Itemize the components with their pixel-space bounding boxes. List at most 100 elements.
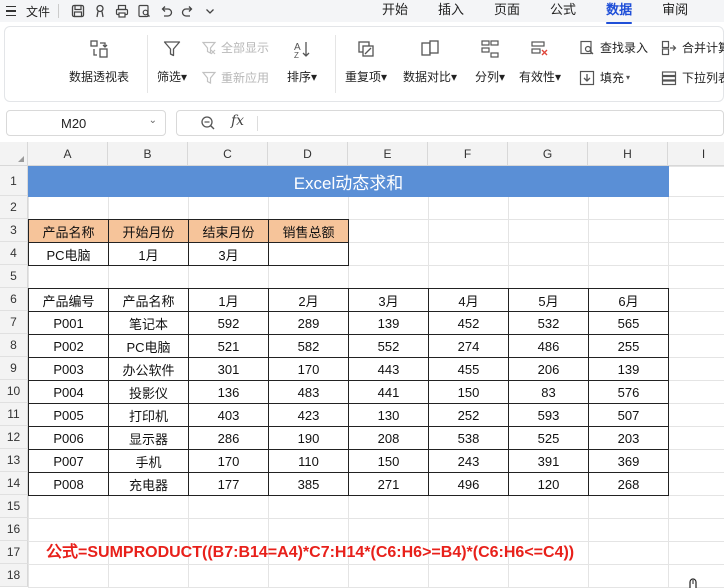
chevron-down-icon[interactable] <box>201 2 219 20</box>
table-cell[interactable]: P006 <box>28 426 109 450</box>
table-cell[interactable]: P002 <box>28 334 109 358</box>
table-cell[interactable]: 130 <box>348 403 429 427</box>
row-header-18[interactable]: 18 <box>0 564 28 587</box>
filter-button[interactable]: 筛选▾ <box>157 39 187 85</box>
table-cell[interactable]: 83 <box>508 380 589 404</box>
dropdown-list-button[interactable]: 下拉列表 <box>661 69 724 86</box>
table-header-cell[interactable]: 4月 <box>428 288 509 312</box>
row-header-4[interactable]: 4 <box>0 242 28 265</box>
table-cell[interactable]: 538 <box>428 426 509 450</box>
table-cell[interactable]: 190 <box>268 426 349 450</box>
table-header-cell[interactable]: 3月 <box>348 288 429 312</box>
row-header-14[interactable]: 14 <box>0 472 28 495</box>
table-cell[interactable]: PC电脑 <box>108 334 189 358</box>
table-cell[interactable]: 170 <box>188 449 269 473</box>
table-cell[interactable]: 268 <box>588 472 669 496</box>
row-header-10[interactable]: 10 <box>0 380 28 403</box>
tab-home[interactable]: 开始 <box>382 0 408 22</box>
criteria-header-cell[interactable]: 结束月份 <box>188 219 269 243</box>
table-cell[interactable]: 576 <box>588 380 669 404</box>
table-cell[interactable]: 452 <box>428 311 509 335</box>
fx-icon[interactable]: fx <box>231 113 244 129</box>
table-cell[interactable]: 150 <box>348 449 429 473</box>
table-cell[interactable]: P008 <box>28 472 109 496</box>
row-header-2[interactable]: 2 <box>0 196 28 219</box>
table-cell[interactable]: 203 <box>588 426 669 450</box>
table-cell[interactable]: P007 <box>28 449 109 473</box>
criteria-value-cell[interactable]: PC电脑 <box>28 242 109 266</box>
row-header-6[interactable]: 6 <box>0 288 28 311</box>
formula-input[interactable]: fx <box>176 110 724 136</box>
column-header-c[interactable]: C <box>188 142 268 166</box>
table-cell[interactable]: 150 <box>428 380 509 404</box>
table-cell[interactable]: 充电器 <box>108 472 189 496</box>
name-box[interactable]: M20 ⌄ <box>6 110 166 136</box>
merge-calc-button[interactable]: 合并计算 <box>661 39 724 56</box>
table-cell[interactable]: 423 <box>268 403 349 427</box>
brush-icon[interactable] <box>91 2 109 20</box>
file-menu[interactable]: 文件 <box>26 3 50 20</box>
print-icon[interactable] <box>113 2 131 20</box>
table-cell[interactable]: 565 <box>588 311 669 335</box>
table-cell[interactable]: 139 <box>588 357 669 381</box>
table-cell[interactable]: P001 <box>28 311 109 335</box>
table-cell[interactable]: 582 <box>268 334 349 358</box>
spreadsheet-grid[interactable]: A B C D E F G H I 1 2 3 4 5 6 7 8 9 10 11 12 13 14 15 16 17 18 Exce… <box>0 142 724 588</box>
table-cell[interactable]: 显示器 <box>108 426 189 450</box>
reapply-button[interactable]: 重新应用 <box>201 69 269 86</box>
criteria-header-cell[interactable]: 销售总额 <box>268 219 349 243</box>
table-cell[interactable]: 483 <box>268 380 349 404</box>
table-cell[interactable]: 443 <box>348 357 429 381</box>
select-all-corner[interactable] <box>0 142 28 166</box>
column-header-f[interactable]: F <box>428 142 508 166</box>
table-header-cell[interactable]: 5月 <box>508 288 589 312</box>
split-columns-button[interactable]: 分列▾ <box>475 39 505 85</box>
row-header-1[interactable]: 1 <box>0 166 28 196</box>
table-cell[interactable]: 289 <box>268 311 349 335</box>
table-cell[interactable]: 403 <box>188 403 269 427</box>
table-cell[interactable]: 110 <box>268 449 349 473</box>
row-header-8[interactable]: 8 <box>0 334 28 357</box>
table-cell[interactable]: 177 <box>188 472 269 496</box>
zoom-icon[interactable] <box>199 114 217 135</box>
table-cell[interactable]: 552 <box>348 334 429 358</box>
table-cell[interactable]: 455 <box>428 357 509 381</box>
row-header-15[interactable]: 15 <box>0 495 28 518</box>
table-cell[interactable]: 手机 <box>108 449 189 473</box>
table-cell[interactable]: 385 <box>268 472 349 496</box>
row-header-17[interactable]: 17 <box>0 541 28 564</box>
show-all-button[interactable]: 全部显示 <box>201 39 269 56</box>
row-header-13[interactable]: 13 <box>0 449 28 472</box>
row-header-7[interactable]: 7 <box>0 311 28 334</box>
column-header-h[interactable]: H <box>588 142 668 166</box>
table-header-cell[interactable]: 1月 <box>188 288 269 312</box>
table-cell[interactable]: 391 <box>508 449 589 473</box>
table-cell[interactable]: 521 <box>188 334 269 358</box>
table-cell[interactable]: 笔记本 <box>108 311 189 335</box>
sheet-title[interactable]: Excel动态求和 <box>28 166 669 197</box>
print-preview-icon[interactable] <box>135 2 153 20</box>
column-header-e[interactable]: E <box>348 142 428 166</box>
table-cell[interactable]: 170 <box>268 357 349 381</box>
data-compare-button[interactable]: 数据对比▾ <box>403 39 457 85</box>
redo-icon[interactable] <box>179 2 197 20</box>
row-header-12[interactable]: 12 <box>0 426 28 449</box>
table-cell[interactable]: 139 <box>348 311 429 335</box>
table-cell[interactable]: 243 <box>428 449 509 473</box>
tab-data[interactable]: 数据 <box>606 0 633 24</box>
column-header-b[interactable]: B <box>108 142 188 166</box>
table-header-cell[interactable]: 6月 <box>588 288 669 312</box>
sort-button[interactable]: AZ 排序▾ <box>287 39 317 85</box>
criteria-value-cell[interactable]: 1月 <box>108 242 189 266</box>
table-cell[interactable]: 592 <box>188 311 269 335</box>
table-cell[interactable]: 136 <box>188 380 269 404</box>
table-cell[interactable]: P005 <box>28 403 109 427</box>
table-cell[interactable]: 369 <box>588 449 669 473</box>
table-cell[interactable]: 120 <box>508 472 589 496</box>
table-cell[interactable]: P003 <box>28 357 109 381</box>
tab-insert[interactable]: 插入 <box>438 0 464 22</box>
column-header-i[interactable]: I <box>668 142 724 166</box>
table-cell[interactable]: 486 <box>508 334 589 358</box>
tab-review[interactable]: 审阅 <box>662 0 688 22</box>
fill-button[interactable]: 填充 ▾ <box>579 69 630 86</box>
